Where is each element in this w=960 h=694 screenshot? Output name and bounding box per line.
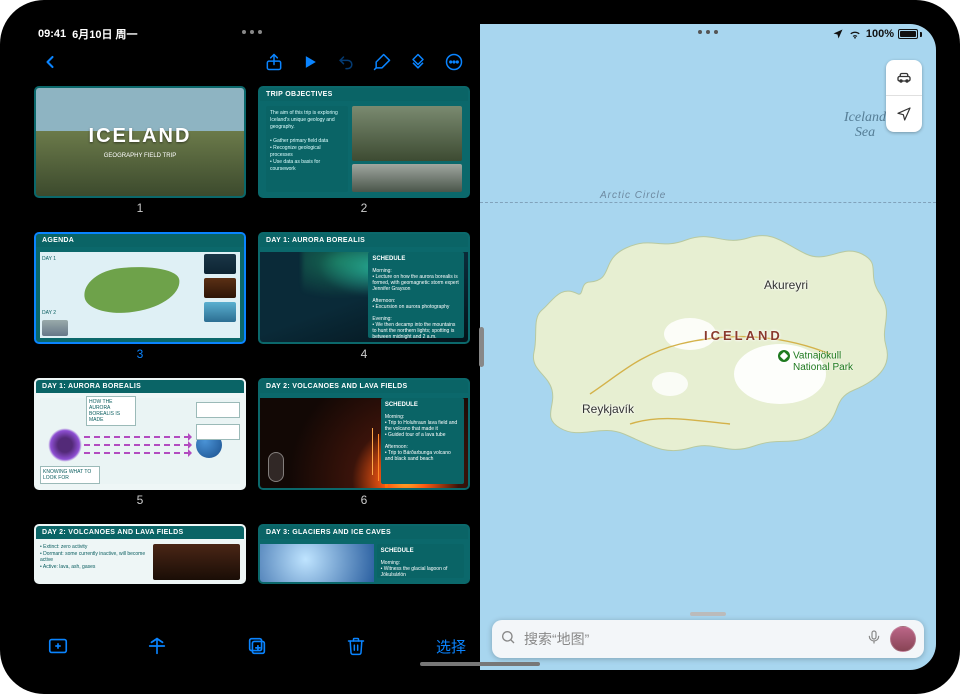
location-services-icon	[832, 28, 844, 40]
schedule-panel: SCHEDULE Morning:• Witness the glacial l…	[377, 544, 464, 578]
slide-title-band: DAY 2: VOLCANOES AND LAVA FIELDS	[36, 526, 244, 539]
slide-1-sub: GEOGRAPHY FIELD TRIP	[36, 153, 244, 159]
animate-button[interactable]	[400, 46, 436, 78]
slide-thumb-7[interactable]: DAY 2: VOLCANOES AND LAVA FIELDS • Extin…	[34, 524, 246, 584]
slide-cell-7[interactable]: DAY 2: VOLCANOES AND LAVA FIELDS • Extin…	[34, 524, 246, 626]
arctic-circle-label: Arctic Circle	[600, 190, 666, 201]
slide-cell-4[interactable]: DAY 1: AURORA BOREALIS SCHEDULE Morning:…	[258, 232, 470, 370]
locate-me-button[interactable]	[886, 96, 922, 132]
status-date: 6月10日 周一	[72, 26, 137, 42]
slide-number: 5	[137, 493, 144, 507]
slide-title-band: TRIP OBJECTIVES	[260, 88, 468, 101]
slide-cell-3[interactable]: AGENDA DAY 1 DAY 2 3	[34, 232, 246, 370]
arrange-button[interactable]	[137, 628, 177, 664]
slide-cell-8[interactable]: DAY 3: GLACIERS AND ICE CAVES SCHEDULE M…	[258, 524, 470, 626]
duplicate-button[interactable]	[237, 628, 277, 664]
status-bar-right: 100%	[480, 24, 936, 42]
sea-label: IcelandSea	[844, 110, 886, 141]
slide-cell-6[interactable]: DAY 2: VOLCANOES AND LAVA FIELDS SCHEDUL…	[258, 378, 470, 516]
format-brush-button[interactable]	[364, 46, 400, 78]
city-label-akureyri[interactable]: Akureyri	[764, 278, 808, 292]
battery-pct: 100%	[866, 28, 894, 40]
slide-thumb-8[interactable]: DAY 3: GLACIERS AND ICE CAVES SCHEDULE M…	[258, 524, 470, 584]
slide-number: 3	[137, 347, 144, 361]
slide-title-band: DAY 1: AURORA BOREALIS	[36, 380, 244, 393]
slide-cell-5[interactable]: DAY 1: AURORA BOREALIS HOW THE AURORA BO…	[34, 378, 246, 516]
multitask-indicator-left[interactable]	[242, 30, 262, 34]
map-mode-button[interactable]	[886, 60, 922, 96]
dictation-icon[interactable]	[866, 629, 882, 650]
undo-button[interactable]	[328, 46, 364, 78]
maps-search-bar[interactable]	[492, 620, 924, 658]
right-app-maps[interactable]: 100% IcelandSea Arctic Circle	[480, 24, 936, 670]
screen: 09:41 6月10日 周一	[24, 24, 936, 670]
add-slide-button[interactable]	[38, 628, 78, 664]
split-view-handle[interactable]	[479, 327, 484, 367]
slide-thumb-3[interactable]: AGENDA DAY 1 DAY 2	[34, 232, 246, 344]
share-button[interactable]	[256, 46, 292, 78]
arctic-circle-line	[480, 202, 936, 203]
park-label-vatnajokull[interactable]: Vatnajökull National Park	[778, 350, 853, 373]
slide-thumb-6[interactable]: DAY 2: VOLCANOES AND LAVA FIELDS SCHEDUL…	[258, 378, 470, 490]
keynote-toolbar	[24, 42, 480, 82]
slide-title-band: AGENDA	[36, 234, 244, 247]
play-button[interactable]	[292, 46, 328, 78]
more-button[interactable]	[436, 46, 472, 78]
schedule-panel: SCHEDULE Morning:• Trip to Holuhraun lav…	[381, 398, 464, 484]
slide-title-band: DAY 2: VOLCANOES AND LAVA FIELDS	[260, 380, 468, 393]
status-time: 09:41	[38, 28, 66, 40]
country-label: ICELAND	[704, 328, 783, 343]
select-mode-button[interactable]: 选择	[436, 636, 466, 657]
slide-thumb-2[interactable]: TRIP OBJECTIVES The aim of this trip is …	[258, 86, 470, 198]
slide-cell-2[interactable]: TRIP OBJECTIVES The aim of this trip is …	[258, 86, 470, 224]
back-button[interactable]	[32, 46, 68, 78]
slides-grid[interactable]: ICELAND GEOGRAPHY FIELD TRIP 1 TRIP OBJE…	[24, 82, 480, 626]
left-app-keynote: 09:41 6月10日 周一	[24, 24, 480, 670]
slide-thumb-5[interactable]: DAY 1: AURORA BOREALIS HOW THE AURORA BO…	[34, 378, 246, 490]
account-avatar[interactable]	[890, 626, 916, 652]
search-input[interactable]	[524, 631, 858, 647]
slide-number: 1	[137, 201, 144, 215]
slide-title-band: DAY 1: AURORA BOREALIS	[260, 234, 468, 247]
city-label-reykjavik[interactable]: Reykjavík	[582, 402, 634, 416]
slide-number: 6	[361, 493, 368, 507]
slide-1-title: ICELAND	[36, 125, 244, 148]
slide-number: 4	[361, 347, 368, 361]
wifi-icon	[848, 27, 862, 41]
park-pin-icon	[778, 350, 790, 362]
slide-number: 2	[361, 201, 368, 215]
battery-icon	[898, 29, 922, 39]
keynote-bottom-toolbar: 选择	[24, 626, 480, 670]
slide-thumb-1[interactable]: ICELAND GEOGRAPHY FIELD TRIP	[34, 86, 246, 198]
map-controls	[886, 60, 922, 132]
slide-thumb-4[interactable]: DAY 1: AURORA BOREALIS SCHEDULE Morning:…	[258, 232, 470, 344]
slide-cell-1[interactable]: ICELAND GEOGRAPHY FIELD TRIP 1	[34, 86, 246, 224]
schedule-panel: SCHEDULE Morning:• Lecture on how the au…	[368, 252, 464, 338]
delete-button[interactable]	[336, 628, 376, 664]
slide-title-band: DAY 3: GLACIERS AND ICE CAVES	[260, 526, 468, 539]
sheet-grab-handle[interactable]	[690, 612, 726, 616]
search-icon	[500, 629, 516, 650]
ipad-frame: 09:41 6月10日 周一	[0, 0, 960, 694]
iceland-landmass	[530, 224, 900, 464]
home-indicator[interactable]	[420, 662, 540, 666]
